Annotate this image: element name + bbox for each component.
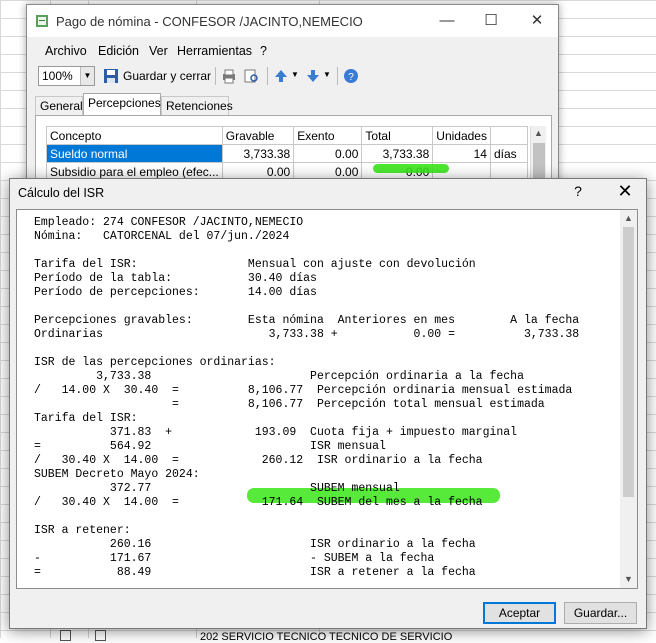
report-scrollbar[interactable]: ▲ ▼ [620, 210, 637, 588]
header-total[interactable]: Total [361, 126, 434, 145]
chevron-up-icon[interactable]: ▲ [534, 128, 543, 138]
report-line: ISR a retener: [34, 524, 131, 537]
percepciones-grid: Concepto Gravable Exento Total Unidades … [46, 126, 529, 181]
dialog-title: Cálculo del ISR [18, 186, 105, 200]
report-line: Ordinarias 3,733.38 + 0.00 = 3,733.38 [34, 328, 580, 341]
help-icon[interactable]: ? [343, 68, 359, 84]
cell-concepto[interactable]: Sueldo normal [46, 144, 223, 163]
report-line: ISR de las percepciones ordinarias: [34, 356, 276, 369]
tab-general[interactable]: General [35, 96, 83, 115]
tab-retenciones[interactable]: Retenciones [161, 96, 233, 115]
app-icon [36, 15, 48, 27]
report-line: Tarifa del ISR: [34, 412, 138, 425]
grid-scrollbar[interactable]: ▲ [530, 126, 546, 186]
payroll-titlebar: Pago de nómina - CONFESOR /JACINTO,NEMEC… [27, 5, 558, 37]
chevron-down-icon[interactable]: ▼ [620, 571, 637, 588]
toolbar-separator [215, 67, 216, 85]
toolbar-separator [337, 67, 338, 85]
chevron-down-icon[interactable]: ▼ [291, 70, 299, 79]
isr-report-text: Empleado: 274 CONFESOR /JACINTO,NEMECIO … [34, 216, 615, 580]
svg-text:?: ? [348, 72, 354, 83]
zoom-value: 100% [42, 69, 73, 83]
arrow-down-icon[interactable] [305, 68, 321, 84]
maximize-button[interactable]: ☐ [469, 5, 513, 37]
arrow-up-icon[interactable] [273, 68, 289, 84]
cell-unit[interactable]: días [489, 144, 529, 163]
cell-unidades[interactable]: 14 [432, 144, 491, 163]
report-line: = 8,106.77 Percepción total mensual esti… [34, 398, 545, 411]
accept-button[interactable]: Aceptar [483, 602, 556, 624]
grid-header-row: Concepto Gravable Exento Total Unidades [46, 126, 529, 145]
chevron-down-icon[interactable]: ▼ [323, 70, 331, 79]
report-line: / 14.00 X 30.40 = 8,106.77 Percepción or… [34, 384, 573, 397]
toolbar: 100% ▼ Guardar y cerrar ▼ ▼ ? [37, 63, 558, 89]
close-button[interactable]: ✕ [515, 5, 559, 37]
isr-report-textarea[interactable]: Empleado: 274 CONFESOR /JACINTO,NEMECIO … [16, 209, 638, 589]
toolbar-separator [267, 67, 268, 85]
report-line: Tarifa del ISR: Mensual con ajuste con d… [34, 258, 476, 271]
tab-bar: General Percepciones Retenciones [35, 93, 558, 116]
save-icon[interactable] [103, 68, 119, 84]
report-line: 260.16 ISR ordinario a la fecha [34, 538, 476, 551]
save-button[interactable]: Guardar... [564, 602, 637, 624]
zoom-select[interactable]: 100% ▼ [38, 66, 95, 86]
payroll-window: Pago de nómina - CONFESOR /JACINTO,NEMEC… [26, 4, 559, 204]
report-line: Nómina: CATORCENAL del 07/jun./2024 [34, 230, 290, 243]
cell-total[interactable]: 3,733.38 [361, 144, 434, 163]
report-line: Percepciones gravables: Esta nómina Ante… [34, 314, 580, 327]
save-close-button[interactable]: Guardar y cerrar [123, 69, 211, 83]
report-line: / 30.40 X 14.00 = 171.64 SUBEM del mes a… [34, 496, 483, 509]
report-line: 371.83 + 193.09 Cuota fija + impuesto ma… [34, 426, 518, 439]
header-exento[interactable]: Exento [293, 126, 363, 145]
chevron-up-icon[interactable]: ▲ [620, 210, 637, 227]
report-line: Período de la tabla: 30.40 días [34, 272, 317, 285]
menu-archivo[interactable]: Archivo [45, 44, 87, 58]
report-line: Período de percepciones: 14.00 días [34, 286, 317, 299]
report-line: = 88.49 ISR a retener a la fecha [34, 566, 476, 579]
menu-edicion[interactable]: Edición [98, 44, 139, 58]
row-checkbox[interactable] [95, 630, 106, 641]
menu-bar: Archivo Edición Ver Herramientas ? [27, 41, 558, 61]
table-row[interactable]: Sueldo normal 3,733.38 0.00 3,733.38 14 … [46, 144, 529, 163]
report-line: SUBEM Decreto Mayo 2024: [34, 468, 200, 481]
menu-help[interactable]: ? [260, 44, 267, 58]
report-line: = 564.92 ISR mensual [34, 440, 386, 453]
minimize-button[interactable]: — [425, 5, 469, 37]
isr-dialog: Cálculo del ISR ? ✕ Empleado: 274 CONFES… [9, 178, 647, 629]
payroll-window-title: Pago de nómina - CONFESOR /JACINTO,NEMEC… [56, 14, 363, 29]
print-preview-icon[interactable] [243, 68, 259, 84]
header-blank [489, 126, 529, 145]
report-line: - 171.67 - SUBEM a la fecha [34, 552, 435, 565]
row-checkbox[interactable] [60, 630, 71, 641]
green-highlight-mark [373, 164, 449, 173]
report-line: 372.77 SUBEM mensual [34, 482, 400, 495]
dialog-close-button[interactable]: ✕ [610, 181, 640, 202]
header-unidades[interactable]: Unidades [432, 126, 491, 145]
menu-herramientas[interactable]: Herramientas [177, 44, 252, 58]
cell-gravable[interactable]: 3,733.38 [221, 144, 295, 163]
report-line: / 30.40 X 14.00 = 260.12 ISR ordinario a… [34, 454, 483, 467]
cell-exento[interactable]: 0.00 [293, 144, 363, 163]
menu-ver[interactable]: Ver [149, 44, 168, 58]
chevron-down-icon[interactable]: ▼ [80, 67, 94, 85]
tab-percepciones[interactable]: Percepciones [83, 93, 161, 116]
dialog-help-button[interactable]: ? [563, 183, 593, 199]
header-concepto[interactable]: Concepto [46, 126, 223, 145]
header-gravable[interactable]: Gravable [221, 126, 295, 145]
report-line: 3,733.38 Percepción ordinaria a la fecha [34, 370, 524, 383]
scrollbar-thumb[interactable] [533, 143, 545, 183]
spreadsheet-row-text: 202 SERVICIO TECNICO TECNICO DE SERVICIO [200, 631, 453, 643]
scrollbar-thumb[interactable] [623, 227, 634, 497]
report-line: Empleado: 274 CONFESOR /JACINTO,NEMECIO [34, 216, 304, 229]
print-icon[interactable] [221, 68, 237, 84]
